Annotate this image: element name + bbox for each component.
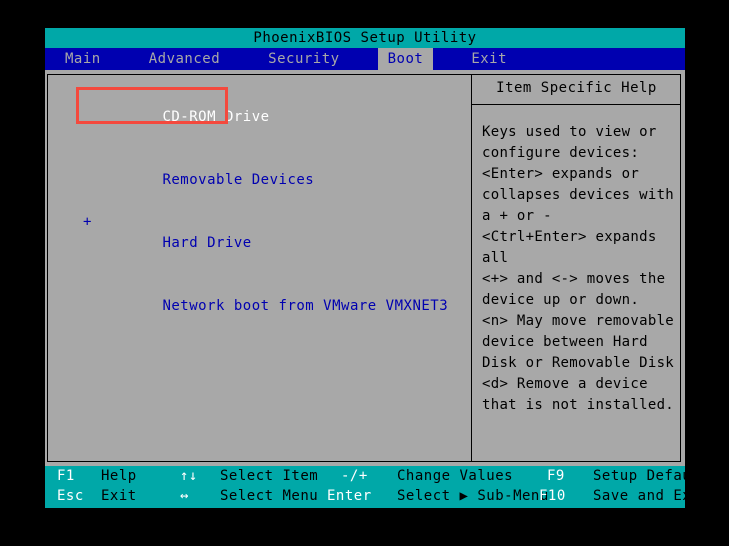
help-line: Disk or Removable Disk (482, 355, 675, 371)
key-f1-desc: Help (101, 468, 137, 484)
bios-screen: PhoenixBIOS Setup Utility Main Advanced … (45, 28, 718, 508)
tab-main[interactable]: Main (55, 48, 111, 70)
help-line: a + or - (482, 208, 552, 224)
change-values-desc: Change Values (397, 468, 514, 484)
arrow-up-down-icon[interactable]: ↑↓ (180, 466, 198, 487)
help-line: <n> May move removable (482, 313, 675, 329)
select-submenu-desc: Select ▶ Sub-Menu (397, 488, 549, 504)
help-panel-body: Keys used to view or configure devices: … (482, 122, 678, 416)
key-esc[interactable]: Esc (57, 486, 84, 507)
key-f9[interactable]: F9 (547, 466, 565, 487)
help-line: all (482, 250, 509, 266)
help-line: <Ctrl+Enter> expands (482, 229, 657, 245)
tab-boot[interactable]: Boot (377, 48, 434, 70)
footer-row-1: F1 Help ↑↓ Select Item -/+ Change Values… (45, 466, 718, 487)
help-panel-title: Item Specific Help (496, 80, 657, 96)
list-item[interactable]: Removable Devices (55, 149, 465, 212)
select-item-desc: Select Item (220, 468, 319, 484)
help-line: configure devices: (482, 145, 640, 161)
item-specific-help-panel: Item Specific Help Keys used to view or … (472, 74, 681, 462)
list-item-label: CD-ROM Drive (162, 109, 270, 125)
boot-order-list: CD-ROM Drive Removable Devices + Hard Dri… (55, 86, 465, 338)
setup-defaults-desc: Setup Defaults (593, 468, 719, 484)
footer-key-legend: F1 Help ↑↓ Select Item -/+ Change Values… (45, 466, 718, 508)
help-line: <d> Remove a device (482, 376, 648, 392)
help-line: <+> and <-> moves the (482, 271, 666, 287)
menu-bar: Main Advanced Security Boot Exit (45, 48, 685, 70)
tab-exit[interactable]: Exit (461, 48, 517, 70)
list-item[interactable]: CD-ROM Drive (55, 86, 465, 149)
save-and-exit-desc: Save and Exit (593, 488, 710, 504)
help-line: <Enter> expands or (482, 166, 640, 182)
key-minus-plus[interactable]: -/+ (341, 466, 368, 487)
help-line: that is not installed. (482, 397, 675, 413)
help-line: device up or down. (482, 292, 640, 308)
footer-row-2: Esc Exit ↔ Select Menu Enter Select ▶ Su… (45, 486, 709, 507)
select-menu-desc: Select Menu (220, 488, 319, 504)
list-item[interactable]: Network boot from VMware VMXNET3 (55, 275, 465, 338)
key-esc-desc: Exit (101, 488, 137, 504)
key-f10[interactable]: F10 (539, 486, 566, 507)
help-panel-divider (472, 104, 680, 105)
console-body: CD-ROM Drive Removable Devices + Hard Dri… (45, 70, 685, 466)
expand-plus-icon[interactable]: + (83, 212, 92, 233)
help-line: collapses devices with (482, 187, 675, 203)
key-enter[interactable]: Enter (327, 486, 372, 507)
list-item[interactable]: + Hard Drive (55, 212, 465, 275)
list-item-label: Removable Devices (162, 172, 315, 188)
list-item-label: Network boot from VMware VMXNET3 (162, 298, 449, 314)
help-line: device between Hard (482, 334, 648, 350)
tab-advanced[interactable]: Advanced (139, 48, 230, 70)
key-f1[interactable]: F1 (57, 466, 75, 487)
help-line: Keys used to view or (482, 124, 657, 140)
tab-security[interactable]: Security (258, 48, 349, 70)
arrow-left-right-icon[interactable]: ↔ (180, 486, 189, 507)
list-item-label: Hard Drive (162, 235, 252, 251)
window-title: PhoenixBIOS Setup Utility (45, 28, 685, 48)
